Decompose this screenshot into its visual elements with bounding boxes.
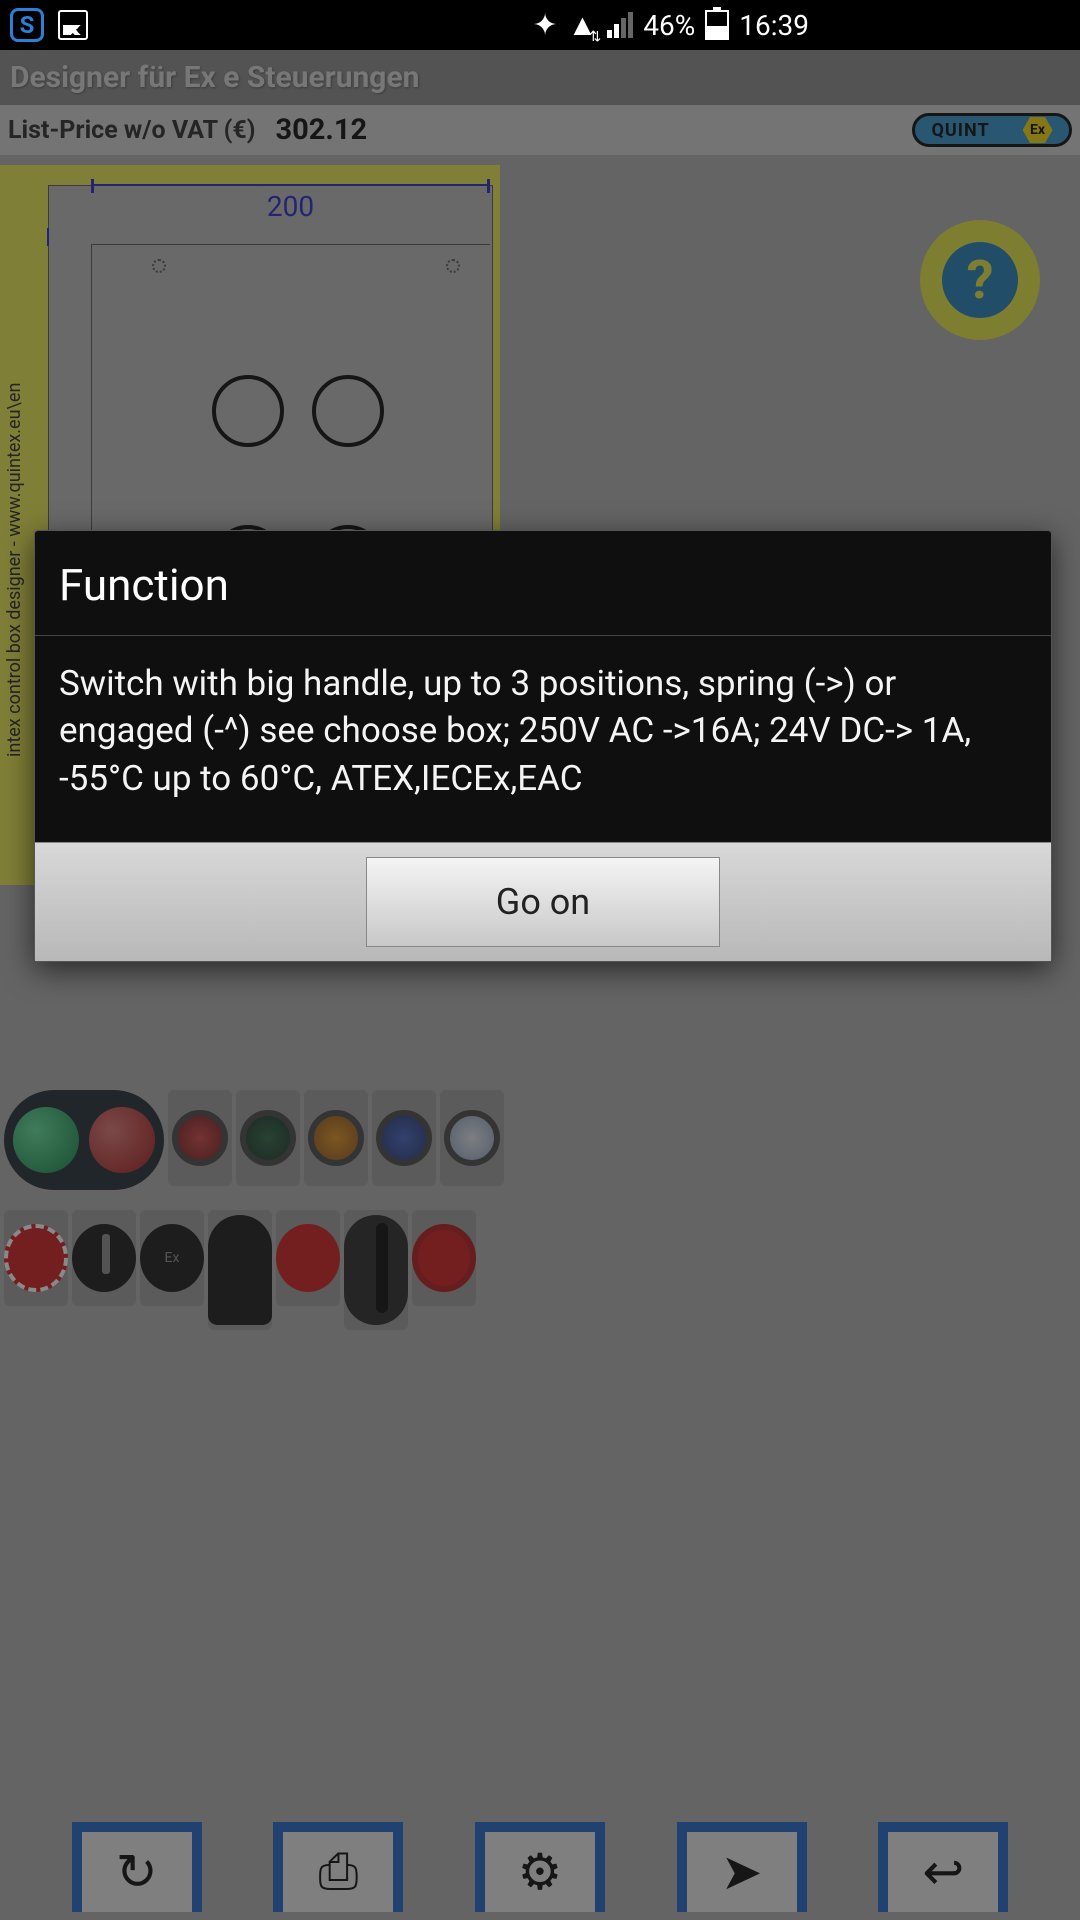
- battery-icon: [705, 10, 729, 40]
- dialog-footer: Go on: [35, 842, 1051, 961]
- go-on-label: Go on: [496, 881, 590, 923]
- gallery-icon: [58, 10, 88, 40]
- wifi-icon: ▲: [568, 8, 598, 43]
- app-s-icon: S: [10, 8, 44, 42]
- dialog-body-text: Switch with big handle, up to 3 position…: [35, 636, 1051, 842]
- app-screen: Designer für Ex e Steuerungen List-Price…: [0, 50, 1080, 1920]
- android-status-bar: S ✦ ▲ 46% 16:39: [0, 0, 819, 50]
- function-dialog: Function Switch with big handle, up to 3…: [34, 530, 1052, 962]
- clock: 16:39: [739, 9, 809, 42]
- modal-backdrop[interactable]: [0, 50, 1080, 1920]
- bluetooth-icon: ✦: [532, 8, 557, 43]
- battery-percent: 46%: [643, 9, 695, 42]
- cell-signal-icon: [607, 12, 633, 38]
- dialog-title: Function: [35, 531, 1051, 635]
- go-on-button[interactable]: Go on: [366, 857, 720, 947]
